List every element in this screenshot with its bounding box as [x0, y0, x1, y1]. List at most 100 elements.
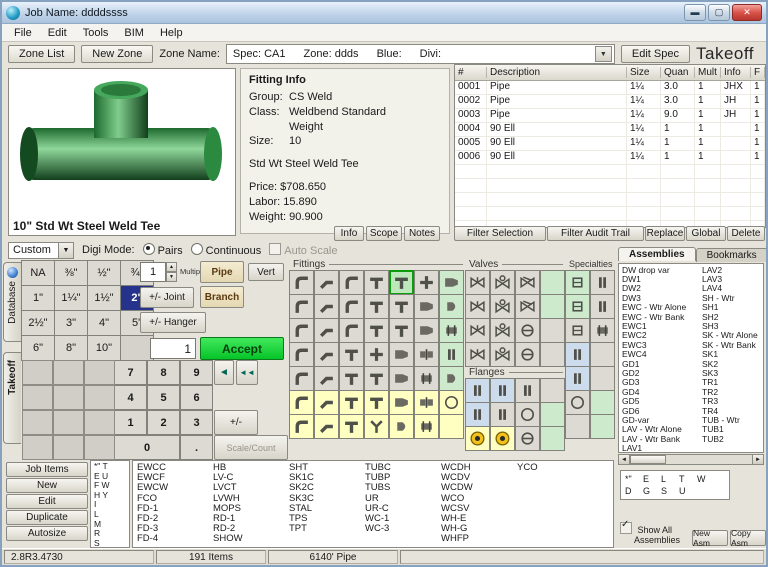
assembly-letter-filter[interactable]: *"ELTW DGSU [620, 470, 730, 500]
delete-button[interactable]: Delete [727, 226, 765, 241]
hanger-button[interactable]: +/- Hanger [140, 312, 206, 333]
flange-blank-button[interactable] [540, 378, 565, 403]
fitting-blank-button[interactable] [439, 414, 464, 439]
filter-letter[interactable]: G [643, 485, 661, 497]
key-4[interactable]: 4 [114, 385, 147, 410]
specialty-spec-button[interactable] [565, 270, 590, 295]
size-button-empty[interactable] [120, 335, 154, 361]
key-7[interactable]: 7 [114, 360, 147, 385]
flange-flange-button[interactable] [490, 378, 515, 403]
flange-blank-button[interactable] [540, 426, 565, 451]
flange-ball-button[interactable] [515, 426, 540, 451]
specialty-flange-button[interactable] [565, 342, 590, 367]
valve-valveg-button[interactable] [490, 318, 515, 343]
chevron-down-icon[interactable]: ▼ [595, 46, 612, 62]
assembly-row[interactable]: DW2LAV4 [622, 284, 763, 293]
specialty-blank-button[interactable] [590, 342, 615, 367]
assembly-row[interactable]: EWC - Wtr BankSH2 [622, 312, 763, 321]
assembly-row[interactable]: DW1LAV3 [622, 274, 763, 283]
filter-letter[interactable]: E [643, 473, 661, 485]
assembly-row[interactable]: GD1SK2 [622, 359, 763, 368]
filter-letter[interactable]: U [679, 485, 697, 497]
specialty-circleo-button[interactable] [565, 390, 590, 415]
key-8[interactable]: 8 [147, 360, 180, 385]
assembly-row[interactable]: GD5TR3 [622, 396, 763, 405]
specialty-blank-button[interactable] [590, 414, 615, 439]
fitting-flange-button[interactable] [439, 342, 464, 367]
size-button-blank[interactable]: ⅜" [54, 260, 88, 286]
fitting-coupling-button[interactable] [414, 366, 439, 391]
scroll-right-icon[interactable]: ► [752, 455, 763, 464]
table-row[interactable]: 0001Pipe1¼3.01JHX1 [455, 81, 765, 95]
fitting-tee-button[interactable] [364, 270, 389, 295]
column-header-mult[interactable]: Mult [695, 67, 721, 78]
fitting-elbow45-button[interactable] [314, 390, 339, 415]
fitting-cross-button[interactable] [414, 270, 439, 295]
fitting-elbow45-button[interactable] [314, 414, 339, 439]
assembly-row[interactable]: DW3SH - Wtr [622, 293, 763, 302]
size-button-8[interactable]: 8" [54, 335, 88, 361]
maximize-button[interactable]: ▢ [708, 4, 730, 21]
menu-item-file[interactable]: File [6, 26, 40, 40]
assembly-row[interactable]: LAV - Wtr BankTUB2 [622, 434, 763, 443]
auto-scale-checkbox[interactable]: Auto Scale [269, 243, 337, 257]
size-button-3[interactable]: 3" [54, 310, 88, 336]
assembly-row[interactable]: DW drop varLAV2 [622, 265, 763, 274]
key-1[interactable]: 1 [114, 410, 147, 435]
tab-assemblies[interactable]: Assemblies [618, 247, 696, 261]
spin-down-icon[interactable]: ▼ [166, 272, 177, 282]
valve-valve-button[interactable] [465, 294, 490, 319]
size-button-2[interactable]: 2½" [21, 310, 55, 336]
assembly-row[interactable]: GD6TR4 [622, 406, 763, 415]
fitting-elbow45-button[interactable] [314, 342, 339, 367]
fitting-elbow90-button[interactable] [339, 318, 364, 343]
close-button[interactable]: ✕ [732, 4, 762, 21]
fitting-elbow45-button[interactable] [314, 318, 339, 343]
specialty-blank-button[interactable] [590, 366, 615, 391]
tab-takeoff[interactable]: Takeoff [3, 352, 21, 444]
fixture-code[interactable]: YCO [517, 463, 593, 473]
valve-blank-button[interactable] [540, 294, 565, 319]
size-button-4[interactable]: 4" [87, 310, 121, 336]
specialty-spec-button[interactable] [565, 318, 590, 343]
joint-button[interactable]: +/- Joint [140, 287, 194, 308]
menu-item-tools[interactable]: Tools [75, 26, 117, 40]
scope-button[interactable]: Scope [366, 226, 402, 241]
key-2[interactable]: 2 [147, 410, 180, 435]
new-button[interactable]: New [6, 478, 88, 493]
size-button-1[interactable]: 1½" [87, 285, 121, 311]
filter-audit-trail-button[interactable]: Filter Audit Trail [547, 226, 644, 241]
flange-hazard-button[interactable] [490, 426, 515, 451]
assembly-row[interactable]: EWC4SK1 [622, 350, 763, 359]
scroll-thumb[interactable] [630, 455, 666, 464]
filter-letter[interactable]: S [661, 485, 679, 497]
minimize-button[interactable]: ▬ [684, 4, 706, 21]
key-blank[interactable]: . [180, 435, 213, 460]
table-row[interactable] [455, 207, 765, 221]
back-button[interactable]: ◄ [214, 360, 234, 385]
valve-blank-button[interactable] [540, 342, 565, 367]
fitting-elbow90-button[interactable] [289, 294, 314, 319]
filter-letter[interactable]: L [661, 473, 679, 485]
valve-blank-button[interactable] [540, 318, 565, 343]
size-button-1[interactable]: 1" [21, 285, 55, 311]
show-all-assemblies-checkbox[interactable]: Show All Assemblies [620, 522, 690, 545]
assembly-row[interactable]: EWC3SK - Wtr Bank [622, 340, 763, 349]
fitting-tee-button[interactable] [364, 294, 389, 319]
fixture-letter[interactable]: S [94, 539, 126, 549]
job-items-button[interactable]: Job Items [6, 462, 88, 477]
notes-button[interactable]: Notes [404, 226, 440, 241]
menu-item-bim[interactable]: BIM [116, 26, 152, 40]
fitting-elbow90-button[interactable] [289, 270, 314, 295]
assembly-row[interactable]: GD4TR2 [622, 387, 763, 396]
column-header-info[interactable]: Info [721, 67, 751, 78]
zone-combo[interactable]: Spec: CA1 Zone: ddds Blue: Divi: ▼ [226, 44, 615, 64]
specialty-blank-button[interactable] [565, 414, 590, 439]
column-header-description[interactable]: Description [487, 67, 627, 78]
table-row[interactable] [455, 165, 765, 179]
valve-ball-button[interactable] [515, 318, 540, 343]
flange-flange-button[interactable] [465, 378, 490, 403]
valve-check-button[interactable] [515, 294, 540, 319]
filter-letter[interactable]: D [625, 485, 643, 497]
fitting-tee-button[interactable] [339, 414, 364, 439]
